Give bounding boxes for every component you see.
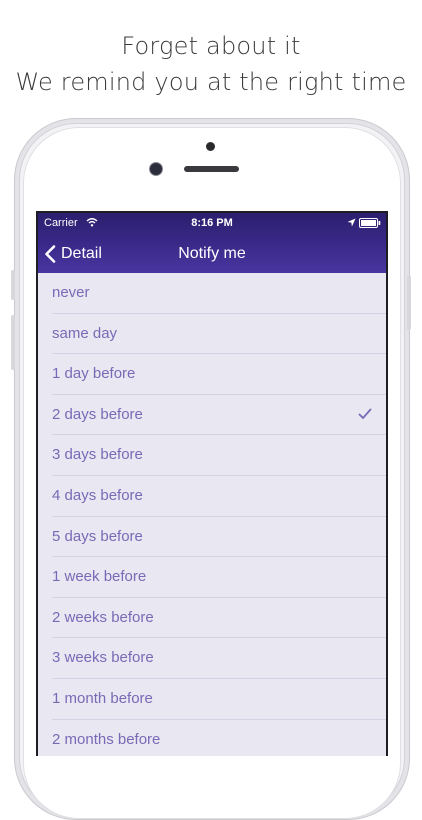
promo-subheadline: We remind you at the right time: [15, 68, 407, 96]
option-1-day-before[interactable]: 1 day before: [38, 354, 386, 395]
option-label: 3 weeks before: [52, 649, 154, 667]
option-label: never: [52, 284, 90, 301]
option-2-days-before[interactable]: 2 days before: [38, 395, 386, 436]
promo-headline: Forget about it: [121, 32, 301, 60]
option-label: same day: [52, 324, 118, 342]
option-label: 4 days before: [52, 486, 143, 504]
option-label: 1 day before: [52, 365, 136, 383]
option-2-weeks-before[interactable]: 2 weeks before: [38, 598, 386, 639]
option-label: 1 week before: [52, 568, 147, 586]
battery-icon: [359, 218, 381, 228]
option-3-days-before[interactable]: 3 days before: [38, 435, 386, 476]
navigation-bar: Carrier 8:16 PM Detail Notify me: [38, 213, 386, 273]
front-camera: [150, 163, 162, 175]
status-time: 8:16 PM: [191, 217, 233, 229]
option-label: 1 month before: [52, 689, 153, 707]
side-button-left-bottom: [11, 315, 15, 370]
option-5-days-before[interactable]: 5 days before: [38, 517, 386, 558]
phone-screen: Carrier 8:16 PM Detail Notify me never s…: [36, 211, 388, 756]
option-label: 2 months before: [52, 730, 161, 748]
earpiece-speaker: [184, 166, 239, 172]
app-screen: Carrier 8:16 PM Detail Notify me never s…: [38, 213, 386, 756]
side-button-right: [407, 275, 411, 330]
side-button-left-top: [11, 270, 15, 300]
location-icon: [347, 218, 356, 227]
option-label: 2 days before: [52, 405, 143, 423]
option-4-days-before[interactable]: 4 days before: [38, 476, 386, 517]
option-never[interactable]: never: [38, 273, 386, 314]
page-title: Notify me: [178, 245, 246, 262]
option-1-week-before[interactable]: 1 week before: [38, 557, 386, 598]
notify-options-list: never same day 1 day before 2 days befor…: [38, 273, 386, 756]
option-same-day[interactable]: same day: [38, 314, 386, 355]
option-label: 3 days before: [52, 446, 143, 464]
option-2-months-before[interactable]: 2 months before: [38, 720, 386, 756]
option-1-month-before[interactable]: 1 month before: [38, 679, 386, 720]
proximity-sensor: [206, 142, 215, 151]
option-label: 2 weeks before: [52, 608, 154, 626]
option-label: 5 days before: [52, 527, 143, 545]
checkmark-icon: [358, 408, 372, 419]
status-bar: Carrier 8:16 PM: [38, 213, 386, 233]
option-3-weeks-before[interactable]: 3 weeks before: [38, 638, 386, 679]
